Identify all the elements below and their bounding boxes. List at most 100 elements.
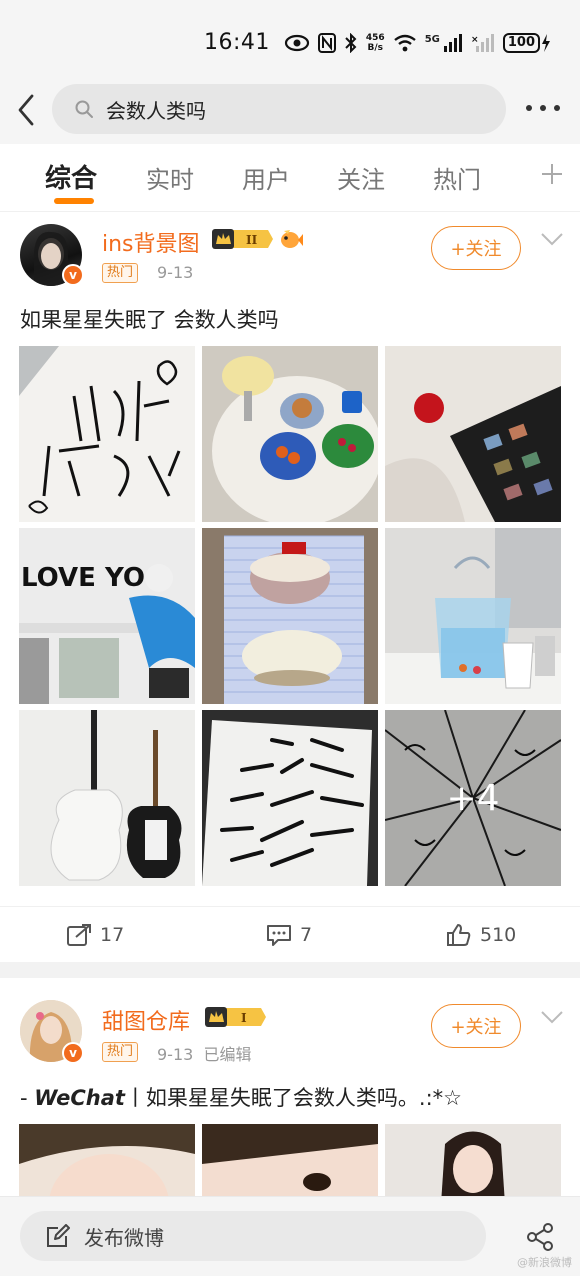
dot-icon xyxy=(554,105,560,111)
crown-level-icon: I xyxy=(205,1007,266,1027)
handwritten-note-image xyxy=(19,346,195,522)
author-name[interactable]: ins背景图 xyxy=(102,226,200,258)
member-level-badge: I xyxy=(205,1005,267,1029)
teacup-blanket-image xyxy=(202,528,378,704)
post-image[interactable] xyxy=(19,1124,195,1196)
share-icon[interactable] xyxy=(526,1223,554,1251)
post-image[interactable]: LOVE YO xyxy=(19,528,195,704)
dot-icon xyxy=(526,105,532,111)
verified-badge-icon: v xyxy=(62,1042,84,1064)
tab-realtime[interactable]: 实时 xyxy=(146,160,194,195)
search-input[interactable]: 会数人类吗 xyxy=(52,84,506,134)
thumbs-up-icon xyxy=(447,924,471,946)
tab-comprehensive[interactable]: 综合 xyxy=(45,158,97,195)
like-button[interactable]: 510 xyxy=(446,923,516,947)
svg-text:LOVE YO: LOVE YO xyxy=(21,563,145,593)
portrait-image xyxy=(202,1124,378,1196)
compose-label: 发布微博 xyxy=(84,1225,164,1250)
post-image[interactable] xyxy=(202,710,378,886)
guitars-image xyxy=(19,710,195,886)
post-image[interactable] xyxy=(19,710,195,886)
compose-post-button[interactable]: 发布微博 xyxy=(20,1211,486,1261)
add-tab-icon[interactable] xyxy=(540,162,564,186)
chevron-down-icon[interactable] xyxy=(540,232,564,246)
search-icon xyxy=(75,100,93,118)
post-text[interactable]: 如果星星失眠了 会数人类吗 xyxy=(20,304,279,334)
member-level-badge: II xyxy=(212,227,274,251)
post-image[interactable]: +4 xyxy=(385,710,561,886)
post-card: v ins背景图 II 热门 9-13 +关注 如果星星失眠了 会数人类吗 LO… xyxy=(0,212,580,962)
compose-bar: 发布微博 @新浪微博 xyxy=(0,1196,580,1276)
image-grid: LOVE YO +4 xyxy=(19,346,561,886)
post-time: 9-13 已编辑 xyxy=(157,1045,252,1064)
nfc-icon xyxy=(317,33,336,53)
comment-count: 7 xyxy=(300,924,313,946)
verified-badge-icon: v xyxy=(62,264,84,286)
book-page-image xyxy=(202,710,378,886)
repost-count: 17 xyxy=(100,924,125,946)
dot-icon xyxy=(540,105,546,111)
charging-icon xyxy=(542,34,550,52)
post-text-highlight: WeChat xyxy=(34,1086,125,1110)
status-time: 16:41 xyxy=(204,30,270,55)
more-images-count[interactable]: +4 xyxy=(385,710,561,886)
action-bar: 17 7 510 xyxy=(0,906,580,964)
bluetooth-icon xyxy=(345,33,357,53)
love-you-wall-image: LOVE YO xyxy=(19,528,195,704)
search-header: 会数人类吗 xyxy=(0,80,580,144)
post-image[interactable] xyxy=(202,528,378,704)
watermark: @新浪微博 xyxy=(517,1256,572,1269)
level-label: I xyxy=(241,1011,247,1025)
author-name[interactable]: 甜图仓库 xyxy=(102,1004,190,1036)
follow-button[interactable]: +关注 xyxy=(431,226,521,270)
cell-signal-1: 5G xyxy=(425,34,463,52)
crown-level-icon: II xyxy=(212,229,273,249)
post-image[interactable] xyxy=(19,346,195,522)
post-image[interactable] xyxy=(385,346,561,522)
comment-button[interactable]: 7 xyxy=(266,923,312,947)
apple-tablet-image xyxy=(385,346,561,522)
glass-bag-image xyxy=(385,528,561,704)
post-divider xyxy=(0,962,580,978)
image-grid xyxy=(19,1124,561,1196)
tab-hot[interactable]: 热门 xyxy=(433,160,481,195)
like-count: 510 xyxy=(480,924,517,946)
signal-empty-icon: × xyxy=(471,34,494,52)
hot-tag: 热门 xyxy=(102,1042,139,1062)
tab-users[interactable]: 用户 xyxy=(242,160,290,195)
eye-icon xyxy=(284,34,309,52)
active-tab-indicator xyxy=(54,198,94,204)
comment-icon xyxy=(267,925,291,946)
tab-bar: 综合 实时 用户 关注 热门 xyxy=(0,144,580,212)
post-text-rest: 丨如果星星失眠了会数人类吗。.:*☆ xyxy=(124,1086,462,1110)
level-label: II xyxy=(246,233,258,247)
signal-icon xyxy=(443,34,462,52)
tab-following[interactable]: 关注 xyxy=(337,160,385,195)
post-text[interactable]: - WeChat丨如果星星失眠了会数人类吗。.:*☆ xyxy=(20,1082,462,1112)
net-speed-unit: B/s xyxy=(367,43,384,53)
chevron-down-icon[interactable] xyxy=(540,1010,564,1024)
post-image[interactable] xyxy=(385,528,561,704)
svg-text:×: × xyxy=(471,35,479,45)
post-card: v 甜图仓库 I 热门 9-13 已编辑 +关注 - WeChat丨如果星星失眠… xyxy=(0,978,580,1196)
post-text-prefix: - xyxy=(20,1086,35,1110)
post-image[interactable] xyxy=(385,1124,561,1196)
follow-button[interactable]: +关注 xyxy=(431,1004,521,1048)
repost-icon xyxy=(67,924,91,946)
net-speed-value: 456 xyxy=(365,33,385,43)
status-icons: 456 B/s 5G × 100 xyxy=(284,30,552,56)
post-image[interactable] xyxy=(202,1124,378,1196)
post-image[interactable] xyxy=(202,346,378,522)
portrait-image xyxy=(19,1124,195,1196)
portrait-image xyxy=(385,1124,561,1196)
search-query: 会数人类吗 xyxy=(106,98,206,123)
food-table-image xyxy=(202,346,378,522)
wifi-icon xyxy=(393,34,416,52)
more-options-button[interactable] xyxy=(526,98,560,118)
back-icon[interactable] xyxy=(12,92,42,128)
repost-button[interactable]: 17 xyxy=(66,923,124,947)
status-bar: 16:41 456 B/s 5G × 100 xyxy=(0,0,580,80)
battery: 100 xyxy=(502,33,552,53)
net-speed: 456 B/s xyxy=(366,33,385,53)
hot-tag: 热门 xyxy=(102,263,139,283)
